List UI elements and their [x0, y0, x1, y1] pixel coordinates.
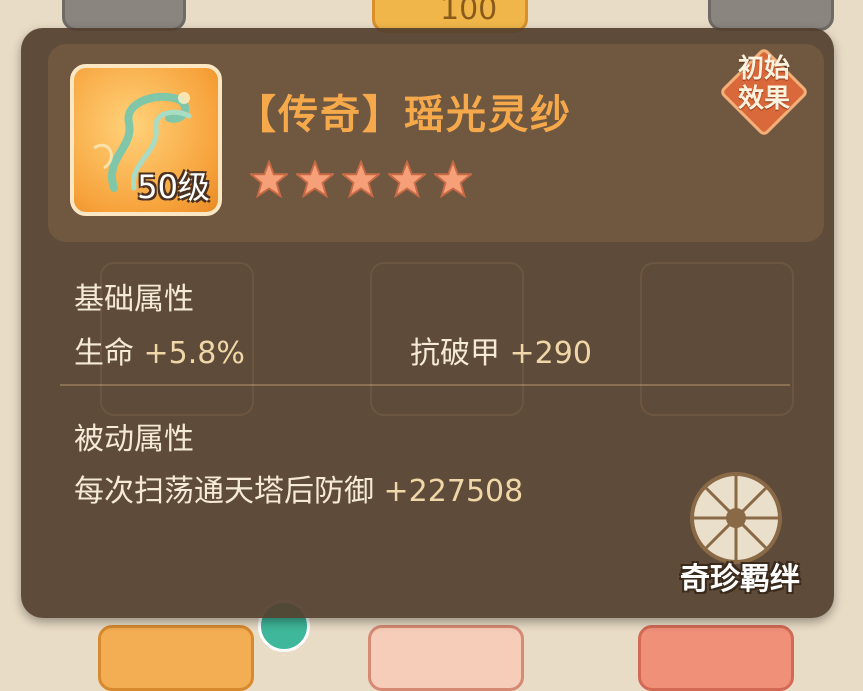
passive-effect-text: 每次扫荡通天塔后防御: [74, 474, 374, 509]
stat-name: 生命: [74, 336, 134, 371]
background-slot: [62, 0, 186, 31]
base-attributes-label: 基础属性: [74, 282, 194, 317]
item-title: 【传奇】瑶光灵纱: [236, 91, 572, 138]
background-slot: [368, 625, 524, 691]
stat-name: 抗破甲: [410, 336, 500, 371]
passive-attributes-label: 被动属性: [74, 422, 194, 457]
star-icon: [434, 160, 472, 198]
initial-effect-label: 初始 效果: [737, 54, 790, 114]
star-icon: [296, 160, 334, 198]
stat-hp: 生命 +5.8%: [74, 328, 245, 372]
stat-value: +5.8%: [143, 336, 245, 371]
stat-armor-pierce-resist: 抗破甲 +290: [410, 328, 592, 372]
divider: [60, 384, 790, 386]
star-icon: [250, 160, 288, 198]
background-slot: [708, 0, 834, 31]
treasure-bond-label: 奇珍羁绊: [680, 562, 800, 597]
star-icon: [342, 160, 380, 198]
background-slot: [638, 625, 794, 691]
passive-effect-value: +227508: [383, 474, 524, 509]
stat-value: +290: [509, 336, 592, 371]
passive-effect: 每次扫荡通天塔后防御 +227508: [74, 466, 523, 510]
star-icon: [388, 160, 426, 198]
star-rating: [250, 160, 472, 198]
background-count: 100: [440, 0, 498, 27]
item-level: 50级: [137, 168, 210, 206]
wheel-icon: [690, 472, 782, 564]
initial-effect-button[interactable]: 初始 效果: [718, 46, 810, 138]
item-icon: 50级: [70, 64, 222, 216]
background-slot: [98, 625, 254, 691]
background-slot: [640, 262, 794, 416]
treasure-bond-button[interactable]: 奇珍羁绊: [660, 470, 820, 600]
